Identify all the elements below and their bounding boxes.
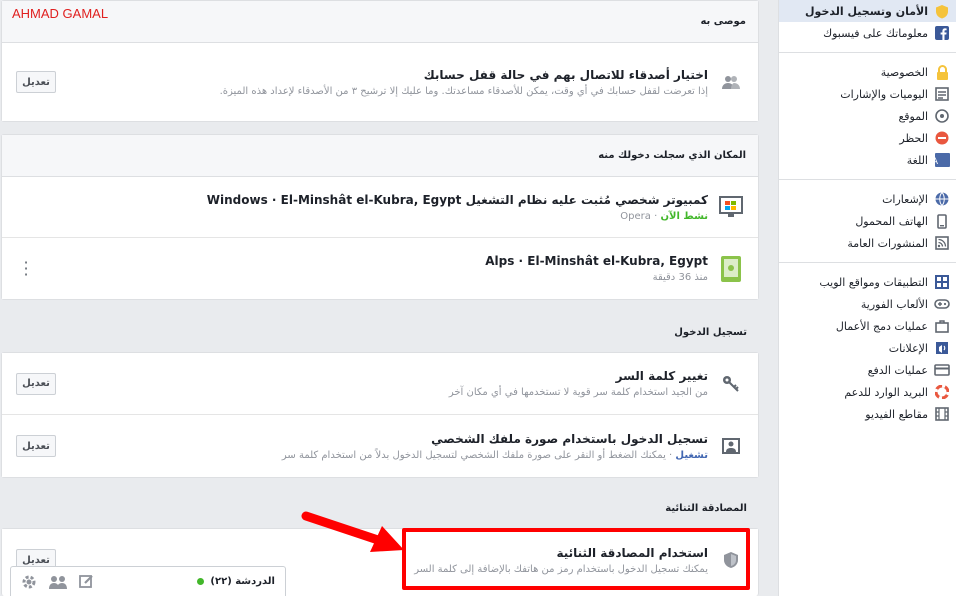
people-icon[interactable] [49, 575, 67, 589]
sidebar-item-label: الأمان وتسجيل الدخول [805, 4, 928, 18]
language-icon: A [934, 152, 950, 168]
sidebar-item-label: الخصوصية [880, 65, 928, 79]
chat-label-text: الدردشة (٢٢) [210, 576, 275, 587]
sidebar-item-gamepad[interactable]: الألعاب الفورية [779, 293, 956, 315]
recommended-card: موصى به اختيار أصدقاء للاتصال بهم في حال… [1, 0, 759, 122]
gamepad-icon [934, 296, 950, 312]
sidebar-item-label: اليوميات والإشارات [840, 87, 928, 101]
watermark: AHMAD GAMAL [12, 6, 109, 21]
sidebar-item-globe[interactable]: الإشعارات [779, 188, 956, 210]
trusted-contacts-desc: إذا تعرضت لقفل حسابك في أي وقت، يمكن للأ… [219, 85, 708, 97]
sessions-card: المكان الذي سجلت دخولك منه كمبيوتر شخصي … [1, 134, 759, 300]
sidebar-divider [779, 179, 956, 180]
sidebar-item-label: الإشعارات [882, 192, 928, 206]
compose-icon[interactable] [79, 574, 94, 589]
sidebar-item-label: الهاتف المحمول [855, 214, 928, 228]
session-device: Alps · El-Minshât el-Kubra, Egypt [485, 254, 708, 268]
session-device: كمبيوتر شخصي مُثبت عليه نظام التشغيل Win… [206, 192, 708, 207]
change-password-desc: من الجيد استخدام كلمة سر قوية لا تستخدمه… [448, 387, 708, 398]
login-card: تغيير كلمة السر من الجيد استخدام كلمة سر… [1, 352, 759, 478]
gear-icon[interactable] [21, 574, 37, 590]
facebook-icon [934, 25, 950, 41]
sidebar-item-support[interactable]: البريد الوارد للدعم [779, 381, 956, 403]
more-options-icon[interactable]: · · · [16, 254, 36, 282]
sidebar-item-label: التطبيقات ومواقع الويب [819, 275, 928, 289]
film-icon [934, 406, 950, 422]
profile-picture-login-desc: يمكنك الضغط أو النقر على صورة ملفك الشخص… [281, 449, 666, 461]
profile-picture-icon [718, 433, 744, 459]
session-time: منذ 36 دقيقة [652, 272, 708, 283]
session-app: Opera [620, 210, 651, 222]
sidebar-item-label: عمليات الدفع [867, 363, 928, 377]
sidebar-item-label: الألعاب الفورية [860, 297, 928, 311]
desktop-icon [718, 194, 744, 220]
session-row[interactable]: Alps · El-Minshât el-Kubra, Egypt منذ 36… [2, 238, 758, 299]
sidebar-item-lock[interactable]: الخصوصية [779, 61, 956, 83]
sidebar-item-block[interactable]: الحظر [779, 127, 956, 149]
online-status-dot [197, 578, 205, 585]
sidebar-item-shield[interactable]: الأمان وتسجيل الدخول [779, 0, 956, 22]
change-password-title: تغيير كلمة السر [615, 369, 708, 383]
sidebar-divider [779, 52, 956, 53]
sidebar-item-label: معلوماتك على فيسبوك [823, 26, 928, 40]
trusted-contacts-row[interactable]: اختيار أصدقاء للاتصال بهم في حالة قفل حس… [2, 43, 758, 121]
timeline-icon [934, 86, 950, 102]
chat-label[interactable]: الدردشة (٢٢) [197, 576, 275, 587]
recommended-title: موصى به [2, 1, 758, 43]
trusted-contacts-edit-button[interactable]: تعديل [16, 71, 56, 93]
support-icon [934, 384, 950, 400]
annotation-arrow-icon [301, 511, 404, 552]
sidebar-divider [779, 262, 956, 263]
login-title: تسجيل الدخول [674, 326, 747, 338]
profile-picture-login-edit-button[interactable]: تعديل [16, 435, 56, 457]
globe-icon [934, 191, 950, 207]
sidebar-item-timeline[interactable]: اليوميات والإشارات [779, 83, 956, 105]
sidebar-item-business[interactable]: عمليات دمج الأعمال [779, 315, 956, 337]
profile-picture-login-status: تشغيل [675, 449, 708, 461]
sidebar-item-apps[interactable]: التطبيقات ومواقع الويب [779, 271, 956, 293]
sidebar-item-rss[interactable]: المنشورات العامة [779, 232, 956, 254]
sidebar-item-label: المنشورات العامة [847, 236, 928, 250]
sidebar-item-label: عمليات دمج الأعمال [835, 319, 928, 333]
block-icon [934, 130, 950, 146]
annotation-highlight-box [402, 528, 750, 590]
sidebar-item-label: الإعلانات [888, 341, 928, 355]
key-icon [718, 371, 744, 397]
shield-icon [934, 3, 950, 19]
profile-picture-login-row[interactable]: تسجيل الدخول باستخدام صورة ملفك الشخصي ت… [2, 415, 758, 477]
sidebar-item-facebook[interactable]: معلوماتك على فيسبوك [779, 22, 956, 44]
mobile-icon [934, 213, 950, 229]
rss-icon [934, 235, 950, 251]
sidebar-item-location[interactable]: الموقع [779, 105, 956, 127]
ads-icon [934, 340, 950, 356]
friends-icon [718, 69, 744, 95]
sidebar-item-label: الموقع [898, 109, 928, 123]
android-phone-icon [718, 255, 744, 282]
sidebar-item-language[interactable]: A اللغة [779, 149, 956, 171]
main-content: موصى به اختيار أصدقاء للاتصال بهم في حال… [0, 0, 762, 596]
business-icon [934, 318, 950, 334]
session-status: نشط الآن [660, 210, 708, 222]
sidebar-item-film[interactable]: مقاطع الفيديو [779, 403, 956, 425]
trusted-contacts-title: اختيار أصدقاء للاتصال بهم في حالة قفل حس… [423, 67, 708, 82]
settings-sidebar: الأمان وتسجيل الدخول معلوماتك على فيسبوك ا… [778, 0, 956, 596]
sidebar-item-mobile[interactable]: الهاتف المحمول [779, 210, 956, 232]
credit-card-icon [934, 362, 950, 378]
sidebar-item-label: مقاطع الفيديو [865, 407, 928, 421]
chat-bar[interactable]: الدردشة (٢٢) [10, 566, 286, 596]
sidebar-item-credit-card[interactable]: عمليات الدفع [779, 359, 956, 381]
change-password-row[interactable]: تغيير كلمة السر من الجيد استخدام كلمة سر… [2, 353, 758, 415]
sidebar-item-label: الحظر [899, 131, 928, 145]
sidebar-item-label: البريد الوارد للدعم [844, 385, 928, 399]
lock-icon [934, 64, 950, 80]
change-password-edit-button[interactable]: تعديل [16, 372, 56, 395]
settings-page: AHMAD GAMAL موصى به اختيار أصدقاء للاتصا… [0, 0, 956, 596]
sessions-title: المكان الذي سجلت دخولك منه [2, 135, 758, 177]
sidebar-item-label: اللغة [906, 153, 928, 167]
location-icon [934, 108, 950, 124]
session-row[interactable]: كمبيوتر شخصي مُثبت عليه نظام التشغيل Win… [2, 177, 758, 238]
sidebar-item-ads[interactable]: الإعلانات [779, 337, 956, 359]
profile-picture-login-title: تسجيل الدخول باستخدام صورة ملفك الشخصي [431, 431, 708, 446]
apps-icon [934, 274, 950, 290]
